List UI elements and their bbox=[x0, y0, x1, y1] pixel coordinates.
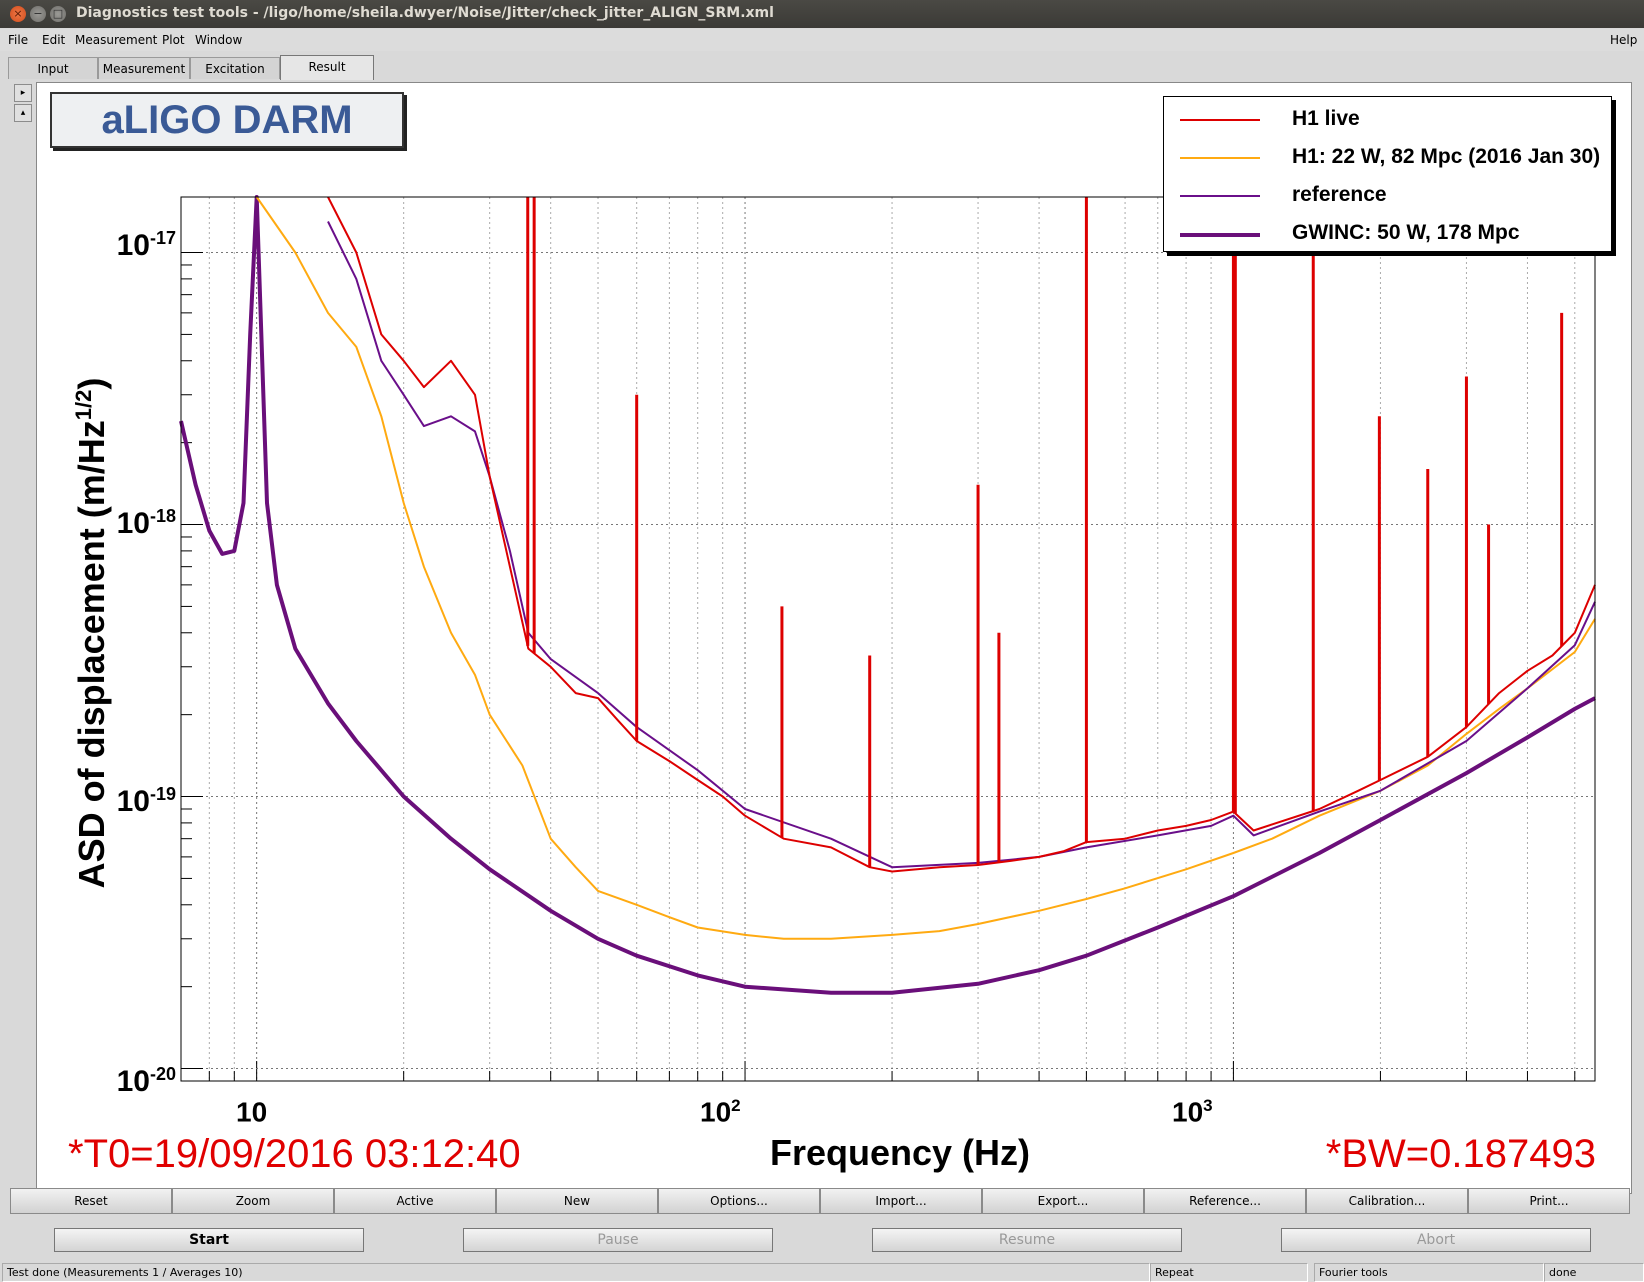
status-tool: Fourier tools bbox=[1314, 1263, 1544, 1282]
ytick-1e-17: 10-17 bbox=[116, 228, 176, 262]
legend-label: H1: 22 W, 82 Mpc (2016 Jan 30) bbox=[1292, 145, 1601, 168]
measurement-controls: Start Pause Resume Abort bbox=[0, 1226, 1644, 1256]
new-button[interactable]: New bbox=[496, 1188, 658, 1214]
legend-entry-h1-jan30: H1: 22 W, 82 Mpc (2016 Jan 30) bbox=[1180, 139, 1610, 175]
status-state: done bbox=[1544, 1263, 1644, 1282]
reset-button[interactable]: Reset bbox=[10, 1188, 172, 1214]
export-button[interactable]: Export... bbox=[982, 1188, 1144, 1214]
legend-swatch bbox=[1180, 195, 1260, 197]
x-axis-label: Frequency (Hz) bbox=[769, 1132, 1031, 1173]
print-button[interactable]: Print... bbox=[1468, 1188, 1630, 1214]
legend-label: GWINC: 50 W, 178 Mpc bbox=[1292, 221, 1520, 244]
legend-swatch bbox=[1180, 157, 1260, 159]
zoom-button[interactable]: Zoom bbox=[172, 1188, 334, 1214]
legend-entry-reference: reference bbox=[1180, 177, 1610, 213]
y-axis-label: ASD of displacement (m/Hz1/2) bbox=[71, 377, 112, 889]
t0-annotation: *T0=19/09/2016 03:12:40 bbox=[68, 1132, 521, 1176]
xtick-1000: 103 bbox=[1172, 1096, 1213, 1128]
plot-toolbar: Reset Zoom Active New Options... Import.… bbox=[10, 1188, 1632, 1216]
abort-button[interactable]: Abort bbox=[1281, 1228, 1591, 1252]
xtick-10: 10 bbox=[236, 1096, 268, 1128]
pause-button[interactable]: Pause bbox=[463, 1228, 773, 1252]
status-message: Test done (Measurements 1 / Averages 10) bbox=[2, 1263, 1150, 1282]
start-button[interactable]: Start bbox=[54, 1228, 364, 1252]
xtick-100: 102 bbox=[700, 1096, 741, 1128]
status-bar: Test done (Measurements 1 / Averages 10)… bbox=[0, 1262, 1644, 1282]
plot-area bbox=[181, 197, 1595, 1081]
legend-label: H1 live bbox=[1292, 107, 1360, 130]
legend-label: reference bbox=[1292, 183, 1387, 206]
legend-swatch bbox=[1180, 233, 1260, 237]
bw-annotation: *BW=0.187493 bbox=[1325, 1132, 1596, 1176]
legend-entry-gwinc: GWINC: 50 W, 178 Mpc bbox=[1180, 215, 1610, 251]
legend-swatch bbox=[1180, 119, 1260, 121]
import-button[interactable]: Import... bbox=[820, 1188, 982, 1214]
resume-button[interactable]: Resume bbox=[872, 1228, 1182, 1252]
options-button[interactable]: Options... bbox=[658, 1188, 820, 1214]
legend-entry-h1-live: H1 live bbox=[1180, 101, 1610, 137]
ytick-1e-20: 10-20 bbox=[116, 1064, 176, 1098]
active-button[interactable]: Active bbox=[334, 1188, 496, 1214]
calibration-button[interactable]: Calibration... bbox=[1306, 1188, 1468, 1214]
reference-button[interactable]: Reference... bbox=[1144, 1188, 1306, 1214]
legend: H1 live H1: 22 W, 82 Mpc (2016 Jan 30) r… bbox=[1163, 96, 1612, 252]
status-repeat: Repeat bbox=[1150, 1263, 1308, 1282]
